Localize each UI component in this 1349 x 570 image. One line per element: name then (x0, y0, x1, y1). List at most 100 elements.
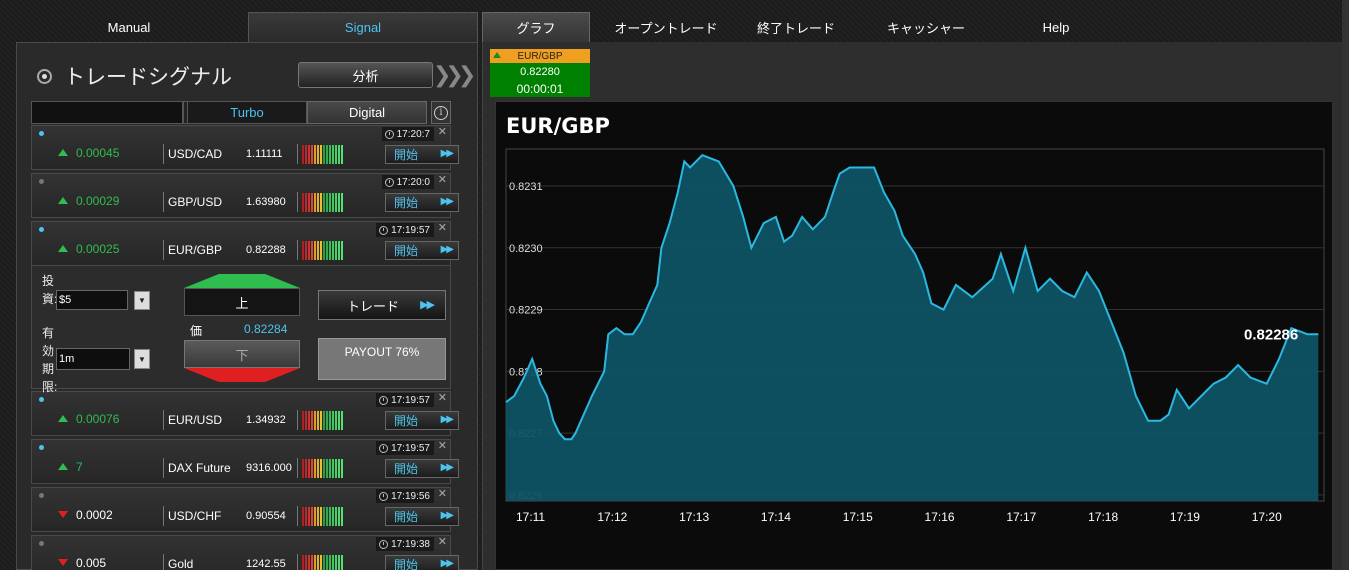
x-tick-label: 17:19 (1170, 510, 1200, 524)
signal-row[interactable]: 17:20:0 ✕ 0.00029 GBP/USD 1.63980 開始 ▶▶ (31, 173, 459, 218)
divider (297, 192, 298, 212)
expiry-label: 有効期限: (42, 326, 58, 394)
status-dot (39, 445, 44, 450)
fast-forward-icon: ▶▶ (440, 196, 454, 207)
close-icon[interactable]: ✕ (438, 535, 447, 548)
tab-open-trades[interactable]: オープントレード (600, 12, 732, 42)
close-icon[interactable]: ✕ (438, 439, 447, 452)
clock-icon (384, 129, 394, 139)
tab-closed-trades[interactable]: 終了トレード (736, 12, 856, 42)
signal-row[interactable]: 17:19:56 ✕ 0.0002 USD/CHF 0.90554 開始 ▶▶ (31, 487, 459, 532)
start-button-label: 開始 (394, 558, 419, 570)
start-button-label: 開始 (394, 510, 419, 524)
signal-row[interactable]: 17:19:38 ✕ 0.005 Gold 1242.55 開始 ▶▶ (31, 535, 459, 570)
status-dot (39, 493, 44, 498)
close-icon[interactable]: ✕ (438, 221, 447, 234)
triangle-up-icon (493, 52, 501, 58)
signal-time-text: 17:20:0 (396, 176, 430, 188)
x-tick-label: 17:17 (1006, 510, 1036, 524)
asset-ticker[interactable]: EUR/GBP 0.82280 00:00:01 (490, 49, 590, 97)
divider (163, 554, 164, 570)
x-tick-label: 17:11 (516, 510, 545, 524)
divider (297, 410, 298, 430)
x-tick-label: 17:16 (925, 510, 955, 524)
arrow-up-icon (58, 245, 68, 252)
signal-change: 0.00029 (76, 194, 120, 208)
window-edge (1342, 0, 1349, 570)
expiry-input[interactable]: 1m (56, 348, 130, 370)
signal-price: 0.82288 (246, 244, 286, 256)
arrow-up-icon (58, 149, 68, 156)
call-up-label: 上 (184, 288, 300, 316)
info-button[interactable]: i (431, 101, 451, 124)
divider (163, 506, 164, 526)
y-tick-label: 0.8231 (509, 181, 543, 193)
status-dot (39, 397, 44, 402)
last-price-label: 0.82286 (1244, 326, 1298, 343)
signal-time-text: 17:19:57 (391, 394, 430, 406)
clock-icon (379, 491, 389, 501)
signal-row[interactable]: 17:19:57 ✕ 7 DAX Future 9316.000 開始 ▶▶ (31, 439, 459, 484)
signal-row[interactable]: 17:20:7 ✕ 0.00045 USD/CAD 1.11111 開始 ▶▶ (31, 125, 459, 170)
signal-row[interactable]: 17:19:57 ✕ 0.00076 EUR/USD 1.34932 開始 ▶▶ (31, 391, 459, 436)
status-dot (39, 179, 44, 184)
divider (163, 144, 164, 164)
signal-strength-meter (302, 555, 343, 570)
tab-manual[interactable]: Manual (64, 12, 194, 42)
signal-strength-meter (302, 241, 343, 260)
tab-digital[interactable]: Digital (307, 101, 427, 124)
signal-time-text: 17:19:38 (391, 538, 430, 550)
close-icon[interactable]: ✕ (438, 173, 447, 186)
fast-forward-icon: ▶▶ (440, 148, 454, 159)
payout-badge: PAYOUT 76% (318, 338, 446, 380)
signal-row[interactable]: 17:19:57 ✕ 0.00025 EUR/GBP 0.82288 開始 ▶▶ (31, 221, 459, 266)
signal-change: 0.005 (76, 556, 107, 570)
start-button[interactable]: 開始 ▶▶ (385, 411, 459, 430)
tab-graph[interactable]: グラフ (482, 12, 590, 42)
investment-dropdown-icon[interactable]: ▼ (134, 291, 150, 310)
start-button[interactable]: 開始 ▶▶ (385, 193, 459, 212)
investment-input[interactable]: $5 (56, 290, 128, 310)
signal-price: 1242.55 (246, 558, 286, 570)
tab-signal[interactable]: Signal (248, 12, 478, 42)
start-button[interactable]: 開始 ▶▶ (385, 145, 459, 164)
signal-asset: EUR/USD (168, 413, 223, 427)
close-icon[interactable]: ✕ (438, 487, 447, 500)
put-down-button[interactable]: 下 (184, 340, 300, 382)
divider (163, 240, 164, 260)
call-up-button[interactable]: 上 (184, 274, 300, 316)
x-tick-label: 17:12 (597, 510, 627, 524)
top-navigation: Manual Signal グラフ オープントレード 終了トレード キャッシャー… (0, 0, 1349, 42)
tab-cashier[interactable]: キャッシャー (866, 12, 986, 42)
arrow-up-icon (58, 415, 68, 422)
divider (163, 458, 164, 478)
signal-price: 1.34932 (246, 414, 286, 426)
divider (163, 410, 164, 430)
signal-time: 17:19:57 (376, 441, 434, 455)
price-value: 0.82284 (244, 322, 288, 336)
x-tick-label: 17:13 (679, 510, 709, 524)
fast-forward-icon: ▶▶ (440, 244, 454, 255)
x-tick-label: 17:20 (1252, 510, 1282, 524)
panel-title: トレードシグナル (64, 66, 232, 89)
signal-time: 17:20:7 (381, 127, 434, 141)
start-button[interactable]: 開始 ▶▶ (385, 507, 459, 526)
fast-forward-icon: ▶▶ (420, 299, 435, 311)
radio-icon[interactable] (37, 68, 52, 84)
asset-filter-select[interactable] (31, 101, 183, 124)
close-icon[interactable]: ✕ (438, 125, 447, 138)
triangle-down-icon (184, 368, 300, 382)
signal-strength-meter (302, 507, 343, 526)
tab-turbo[interactable]: Turbo (187, 101, 307, 124)
tab-help[interactable]: Help (1016, 12, 1096, 42)
signal-change: 0.0002 (76, 508, 113, 522)
start-button[interactable]: 開始 ▶▶ (385, 555, 459, 570)
analyze-button[interactable]: 分析 (298, 62, 433, 88)
start-button[interactable]: 開始 ▶▶ (385, 459, 459, 478)
expiry-dropdown-icon[interactable]: ▼ (134, 349, 150, 369)
status-dot (39, 227, 44, 232)
trade-button[interactable]: トレード ▶▶ (318, 290, 446, 320)
signal-time-text: 17:19:57 (391, 442, 430, 454)
start-button[interactable]: 開始 ▶▶ (385, 241, 459, 260)
close-icon[interactable]: ✕ (438, 391, 447, 404)
